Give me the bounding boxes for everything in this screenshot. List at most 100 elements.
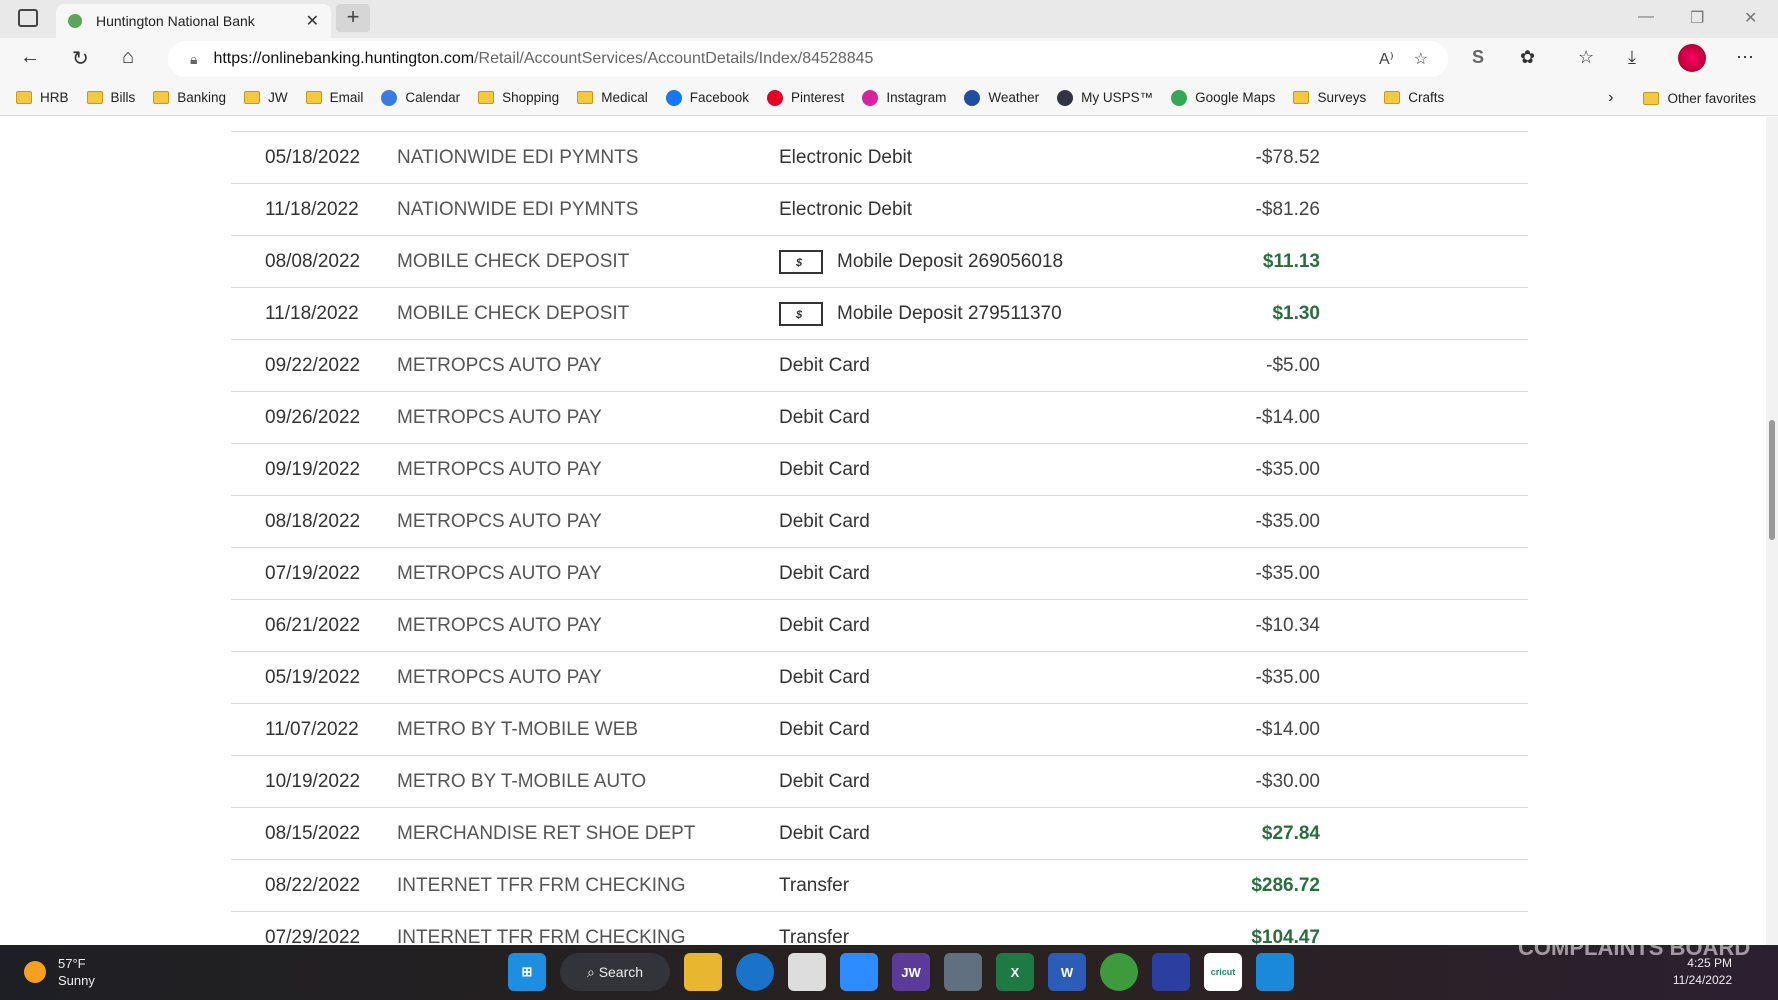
table-row[interactable]: 08/15/2022 MERCHANDISE RET SHOE DEPT Debit… [231,808,1528,860]
bookmark-pinterest[interactable]: Pinterest [767,89,844,106]
bookmark-facebook[interactable]: Facebook [665,89,749,106]
table-row[interactable]: 11/07/2022 METRO BY T-MOBILE WEB Debit Car… [231,704,1528,756]
temperature: 57°F [58,956,86,971]
type-label: Electronic Debit [779,199,913,220]
table-row[interactable]: 09/26/2022 METROPCS AUTO PAY Debit Card -$1… [231,392,1528,444]
calculator-icon[interactable] [944,953,982,991]
bookmark-hrb[interactable]: HRB [16,90,69,105]
folder-icon [86,91,103,104]
transaction-description: MOBILE CHECK DEPOSIT [397,303,630,324]
bookmark-weather[interactable]: Weather [964,89,1039,106]
table-row[interactable]: 10/19/2022 METRO BY T-MOBILE AUTO Debit Ca… [231,756,1528,808]
close-tab-icon[interactable]: ✕ [306,11,319,31]
profile-avatar[interactable] [1678,44,1706,72]
tab-huntington[interactable]: Huntington National Bank ✕ [56,4,331,38]
bookmark-label: Shopping [502,90,560,105]
excel-icon[interactable]: X [996,953,1034,991]
word-icon[interactable]: W [1048,953,1086,991]
transaction-description: METROPCS AUTO PAY [397,615,602,636]
back-icon[interactable]: ← [20,46,40,69]
folder-icon [577,91,594,104]
transaction-date: 05/18/2022 [265,147,361,168]
bookmark-label: HRB [40,90,69,105]
other-favorites[interactable]: Other favorites [1643,91,1756,106]
zoom-icon[interactable] [840,953,878,991]
transaction-type: Debit Card [779,548,870,600]
s-extension-icon[interactable]: S [1472,47,1484,68]
bookmark-jw[interactable]: JW [244,90,288,105]
table-row[interactable]: 09/22/2022 METROPCS AUTO PAY Debit Card -$5… [231,340,1528,392]
app-green-icon[interactable] [1100,953,1138,991]
home-icon[interactable]: ⌂ [122,46,134,69]
bookmark-email[interactable]: Email [305,90,363,105]
type-label: Debit Card [779,719,870,740]
new-tab-button[interactable]: + [336,4,370,32]
favorites-icon[interactable]: ☆ [1578,47,1594,68]
bookmark-bills[interactable]: Bills [86,90,135,105]
clock[interactable]: 4:25 PM 11/24/2022 [1673,955,1732,989]
transaction-date: 08/08/2022 [265,251,361,272]
more-icon[interactable]: ⋯ [1736,47,1754,68]
table-row[interactable]: 08/22/2022 INTERNET TFR FRM CHECKING Trans… [231,860,1528,912]
table-row[interactable]: 05/18/2022 NATIONWIDE EDI PYMNTS Electroni… [231,132,1528,184]
transaction-date: 08/15/2022 [265,823,361,844]
check-icon [779,237,823,289]
transaction-amount: $11.13 [1262,251,1320,272]
refresh-icon[interactable]: ↻ [72,46,89,71]
bookmark-surveys[interactable]: Surveys [1293,90,1366,105]
transaction-description: METROPCS AUTO PAY [397,667,602,688]
minimize-button[interactable]: — [1638,8,1654,26]
close-window-button[interactable]: ✕ [1744,8,1757,28]
table-row[interactable]: 09/19/2022 METROPCS AUTO PAY Debit Card -$3… [231,444,1528,496]
address-bar[interactable]: 🔒︎ https://onlinebanking.huntington.com … [168,41,1448,77]
bookmark-medical[interactable]: Medical [577,90,648,105]
printer-app-icon[interactable] [1152,953,1190,991]
bookmark-banking[interactable]: Banking [153,90,226,105]
bookmarks-bar: HRB Bills Banking JW Email Calendar Shopping Me… [0,80,1778,116]
downloads-icon[interactable]: ⤓ [1628,47,1636,68]
extensions-icon[interactable]: ✿ [1520,47,1535,68]
lock-icon[interactable]: 🔒︎ [190,51,197,68]
add-favorite-icon[interactable]: ☆ [1414,49,1428,69]
table-row[interactable]: 08/08/2022 MOBILE CHECK DEPOSIT Mobile Dep… [231,236,1528,289]
start-icon[interactable]: ⊞ [508,953,546,991]
transaction-type: Mobile Deposit 279511370 [779,288,1062,341]
app-blue-icon[interactable] [1256,953,1294,991]
edge-icon[interactable] [736,953,774,991]
transaction-date: 09/22/2022 [265,355,361,376]
table-row[interactable]: 07/29/2022 INTERNET TFR FRM CHECKING Trans… [231,912,1528,945]
table-row[interactable]: 08/18/2022 METROPCS AUTO PAY Debit Card -$3… [231,496,1528,548]
more-bookmarks-chevron-icon[interactable]: › [1608,89,1613,107]
cricut-icon[interactable]: cricut [1204,953,1242,991]
table-row[interactable]: 11/18/2022 MOBILE CHECK DEPOSIT Mobile Dep… [231,288,1528,341]
read-aloud-icon[interactable]: A⁾ [1379,49,1394,69]
bookmark-calendar[interactable]: Calendar [381,89,460,106]
bookmark-google-maps[interactable]: Google Maps [1171,89,1275,106]
weather-widget[interactable]: 57°F Sunny [24,955,95,989]
restore-button[interactable]: ❐ [1690,8,1704,28]
file-explorer-icon[interactable] [684,953,722,991]
scrollbar-thumb[interactable] [1769,420,1775,540]
snipping-tool-icon[interactable] [788,953,826,991]
transaction-amount: -$35.00 [1255,667,1320,688]
bookmark-instagram[interactable]: Instagram [862,89,946,106]
bookmark-my-usps-[interactable]: My USPS™ [1057,89,1153,106]
table-row[interactable]: 06/21/2022 METROPCS AUTO PAY Debit Card -$1… [231,600,1528,652]
transaction-date: 08/18/2022 [265,511,361,532]
table-row[interactable]: 07/19/2022 METROPCS AUTO PAY Debit Card -$3… [231,548,1528,600]
bookmark-shopping[interactable]: Shopping [478,90,559,105]
jw-app-icon[interactable]: JW [892,953,930,991]
bookmark-crafts[interactable]: Crafts [1384,90,1444,105]
table-row[interactable]: 05/19/2022 METROPCS AUTO PAY Debit Card -$3… [231,652,1528,704]
transaction-description: METRO BY T-MOBILE AUTO [397,771,647,792]
tab-actions-icon[interactable] [18,9,38,27]
transaction-description: INTERNET TFR FRM CHECKING [397,927,686,945]
transaction-description: METROPCS AUTO PAY [397,459,602,480]
scrollbar[interactable] [1766,117,1778,945]
weather-icon [964,89,981,106]
transaction-description: METROPCS AUTO PAY [397,355,602,376]
folder-icon [16,91,32,104]
transaction-amount: -$5.00 [1266,355,1320,376]
taskbar-search[interactable]: ⌕ Search [560,953,670,991]
table-row[interactable]: 11/18/2022 NATIONWIDE EDI PYMNTS Electroni… [231,184,1528,236]
